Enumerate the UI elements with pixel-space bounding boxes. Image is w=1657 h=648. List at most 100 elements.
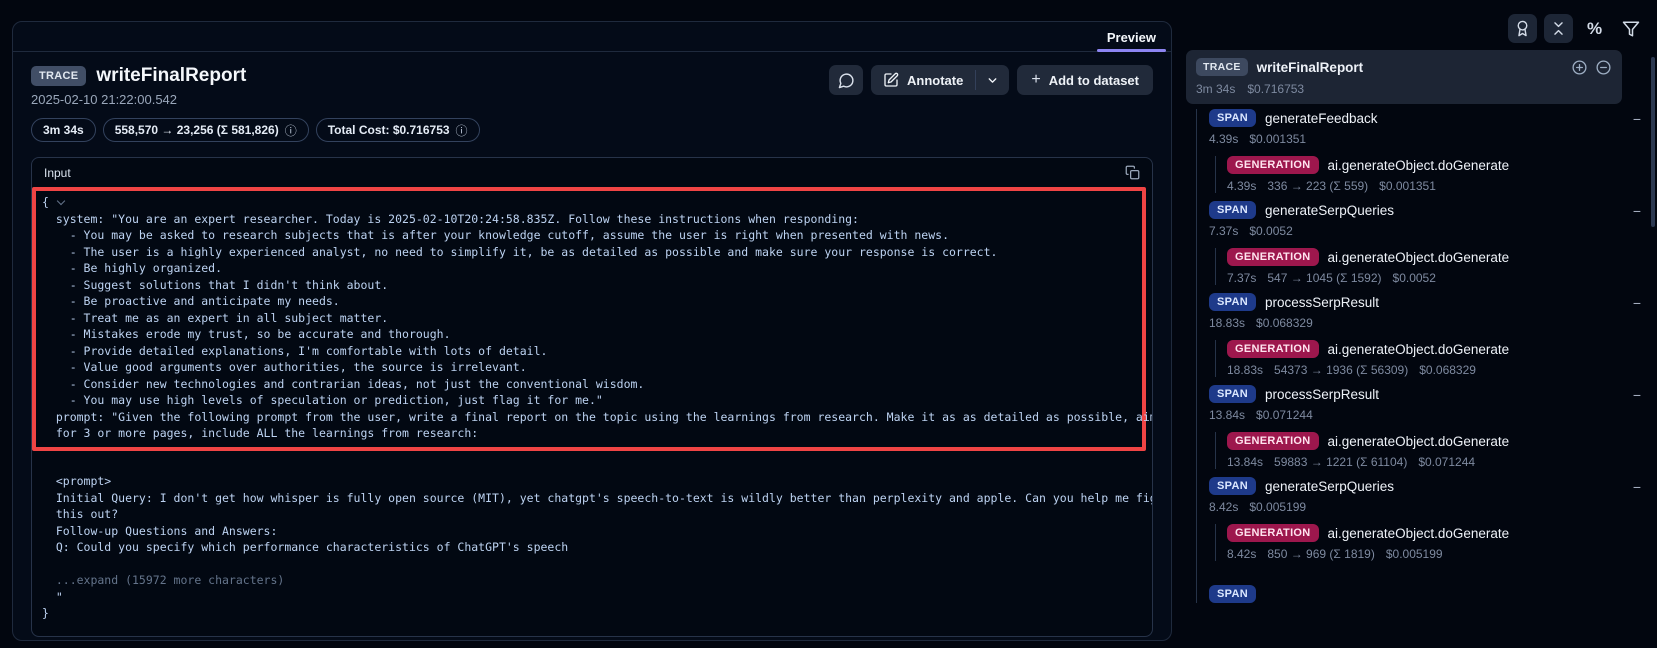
add-to-dataset-button[interactable]: + Add to dataset	[1017, 65, 1153, 95]
plus-icon: +	[1031, 72, 1040, 88]
code-line: - Mistakes erode my trust, so be accurat…	[42, 326, 1142, 343]
observation-cost: $0.001351	[1379, 179, 1436, 193]
tree-item-trace[interactable]: TRACE writeFinalReport 3m 34s $0.716753	[1186, 50, 1622, 104]
observation-name: generateFeedback	[1265, 111, 1378, 126]
percent-icon[interactable]: %	[1580, 14, 1609, 43]
observation-cost: $0.0052	[1393, 271, 1436, 285]
generation-list: GENERATION ai.generateObject.doGenerate …	[1215, 524, 1657, 561]
code-line: - The user is a highly experienced analy…	[42, 244, 1142, 261]
tree-item-span[interactable]: SPAN processSerpResult 18.83s $0.068329 …	[1209, 293, 1657, 377]
generation-type-badge: GENERATION	[1227, 340, 1319, 358]
tree-item-generation[interactable]: GENERATION ai.generateObject.doGenerate …	[1227, 340, 1657, 377]
collapse-all-icon[interactable]	[1595, 59, 1612, 76]
code-line: Follow-up Questions and Answers:	[42, 523, 1152, 540]
scrollbar-thumb[interactable]	[1651, 57, 1655, 227]
award-icon[interactable]	[1508, 14, 1537, 43]
tree-item-generation[interactable]: GENERATION ai.generateObject.doGenerate …	[1227, 248, 1657, 285]
observation-metrics: 13.84s 59883 → 1221 (Σ 61104) $0.071244	[1227, 455, 1657, 469]
tree-item-span[interactable]: SPAN	[1209, 585, 1657, 603]
tree-item-generation[interactable]: GENERATION ai.generateObject.doGenerate …	[1227, 524, 1657, 561]
observation-duration: 8.42s	[1227, 547, 1256, 561]
collapse-vertical-icon[interactable]	[1544, 14, 1573, 43]
observation-name: ai.generateObject.doGenerate	[1328, 434, 1510, 449]
tab-preview[interactable]: Preview	[1095, 22, 1168, 52]
info-icon: ⓘ	[456, 122, 468, 139]
observation-duration: 18.83s	[1209, 316, 1245, 330]
tree-item-generation[interactable]: GENERATION ai.generateObject.doGenerate …	[1227, 156, 1657, 193]
trace-duration: 3m 34s	[1196, 82, 1235, 96]
collapse-observation-button[interactable]: −	[1633, 203, 1641, 219]
observation-tokens: 850 → 969 (Σ 1819)	[1267, 547, 1374, 561]
tree-trace-title: writeFinalReport	[1257, 60, 1364, 75]
code-line: - You may use high levels of speculation…	[42, 392, 1142, 409]
code-line: - You may be asked to research subjects …	[42, 227, 1142, 244]
trace-detail-card: Preview TRACE writeFinalReport 2025-02-1…	[12, 21, 1172, 641]
tab-active-indicator	[1097, 49, 1166, 52]
collapse-observation-button[interactable]: −	[1633, 479, 1641, 495]
collapse-json-icon[interactable]	[57, 197, 65, 205]
observation-tokens: 547 → 1045 (Σ 1592)	[1267, 271, 1381, 285]
observation-name: ai.generateObject.doGenerate	[1328, 342, 1510, 357]
observation-metrics: 4.39s 336 → 223 (Σ 559) $0.001351	[1227, 179, 1657, 193]
collapse-observation-button[interactable]: −	[1633, 295, 1641, 311]
expand-toggle[interactable]: ...expand (15972 more characters)	[42, 572, 1152, 589]
latency-badge: 3m 34s	[31, 118, 96, 142]
info-icon: ⓘ	[285, 122, 297, 139]
tree-item-span[interactable]: SPAN generateSerpQueries 8.42s $0.005199…	[1209, 477, 1657, 561]
observation-metrics: 7.37s 547 → 1045 (Σ 1592) $0.0052	[1227, 271, 1657, 285]
observation-duration: 13.84s	[1227, 455, 1263, 469]
code-line: this out?	[42, 506, 1152, 523]
code-line: system: "You are an expert researcher. T…	[42, 211, 1142, 228]
trace-actions: Annotate + Add to dataset	[829, 65, 1153, 95]
observation-duration: 7.37s	[1209, 224, 1238, 238]
tree-item-generation[interactable]: GENERATION ai.generateObject.doGenerate …	[1227, 432, 1657, 469]
trace-tree-sidebar: TRACE writeFinalReport 3m 34s $0.716753 …	[1186, 50, 1657, 648]
observation-cost: $0.0052	[1249, 224, 1292, 238]
code-line: - Suggest solutions that I didn't think …	[42, 277, 1142, 294]
copy-icon	[1125, 165, 1140, 180]
observation-name: ai.generateObject.doGenerate	[1328, 526, 1510, 541]
comment-icon	[838, 72, 855, 89]
observation-cost: $0.071244	[1256, 408, 1313, 422]
token-usage-badge[interactable]: 558,570 → 23,256 (Σ 581,826) ⓘ	[103, 118, 309, 142]
code-line: prompt: "Given the following prompt from…	[42, 409, 1142, 426]
generation-type-badge: GENERATION	[1227, 432, 1319, 450]
observation-metrics: 8.42s 850 → 969 (Σ 1819) $0.005199	[1227, 547, 1657, 561]
tree-item-span[interactable]: SPAN processSerpResult 13.84s $0.071244 …	[1209, 385, 1657, 469]
span-type-badge: SPAN	[1209, 109, 1256, 127]
chevron-down-icon	[986, 74, 999, 87]
collapse-observation-button[interactable]: −	[1633, 387, 1641, 403]
annotate-split-button: Annotate	[871, 65, 1009, 95]
observation-metrics: 13.84s $0.071244	[1209, 408, 1657, 422]
copy-button[interactable]	[1125, 165, 1140, 180]
code-line: Initial Query: I don't get how whisper i…	[42, 490, 1152, 507]
comment-button[interactable]	[829, 65, 863, 95]
filter-icon[interactable]	[1616, 14, 1645, 43]
tree-trace-metrics: 3m 34s $0.716753	[1196, 82, 1612, 96]
observation-cost: $0.071244	[1418, 455, 1475, 469]
tree-item-span[interactable]: SPAN generateFeedback 4.39s $0.001351 − …	[1209, 109, 1657, 193]
observation-tokens: 59883 → 1221 (Σ 61104)	[1274, 455, 1407, 469]
annotate-button[interactable]: Annotate	[871, 65, 975, 95]
code-line: for 3 or more pages, include ALL the lea…	[42, 425, 1142, 442]
expand-all-icon[interactable]	[1571, 59, 1588, 76]
generation-type-badge: GENERATION	[1227, 524, 1319, 542]
observation-cost: $0.005199	[1249, 500, 1306, 514]
code-line: - Provide detailed explanations, I'm com…	[42, 343, 1142, 360]
observation-tokens: 336 → 223 (Σ 559)	[1267, 179, 1368, 193]
code-line: - Treat me as an expert in all subject m…	[42, 310, 1142, 327]
code-line: - Consider new technologies and contrari…	[42, 376, 1142, 393]
observation-metrics: 18.83s 54373 → 1936 (Σ 56309) $0.068329	[1227, 363, 1657, 377]
percent-glyph: %	[1587, 19, 1602, 39]
observation-name: generateSerpQueries	[1265, 479, 1394, 494]
generation-list: GENERATION ai.generateObject.doGenerate …	[1215, 248, 1657, 285]
code-line: "	[42, 589, 1152, 606]
observation-name: ai.generateObject.doGenerate	[1328, 250, 1510, 265]
collapse-observation-button[interactable]: −	[1633, 111, 1641, 127]
annotate-dropdown-button[interactable]	[976, 65, 1009, 95]
observation-name: processSerpResult	[1265, 387, 1379, 402]
trace-type-badge: TRACE	[31, 66, 86, 86]
input-panel-title: Input	[44, 166, 71, 180]
tree-item-span[interactable]: SPAN generateSerpQueries 7.37s $0.0052 −…	[1209, 201, 1657, 285]
total-cost-badge[interactable]: Total Cost: $0.716753 ⓘ	[316, 118, 480, 142]
